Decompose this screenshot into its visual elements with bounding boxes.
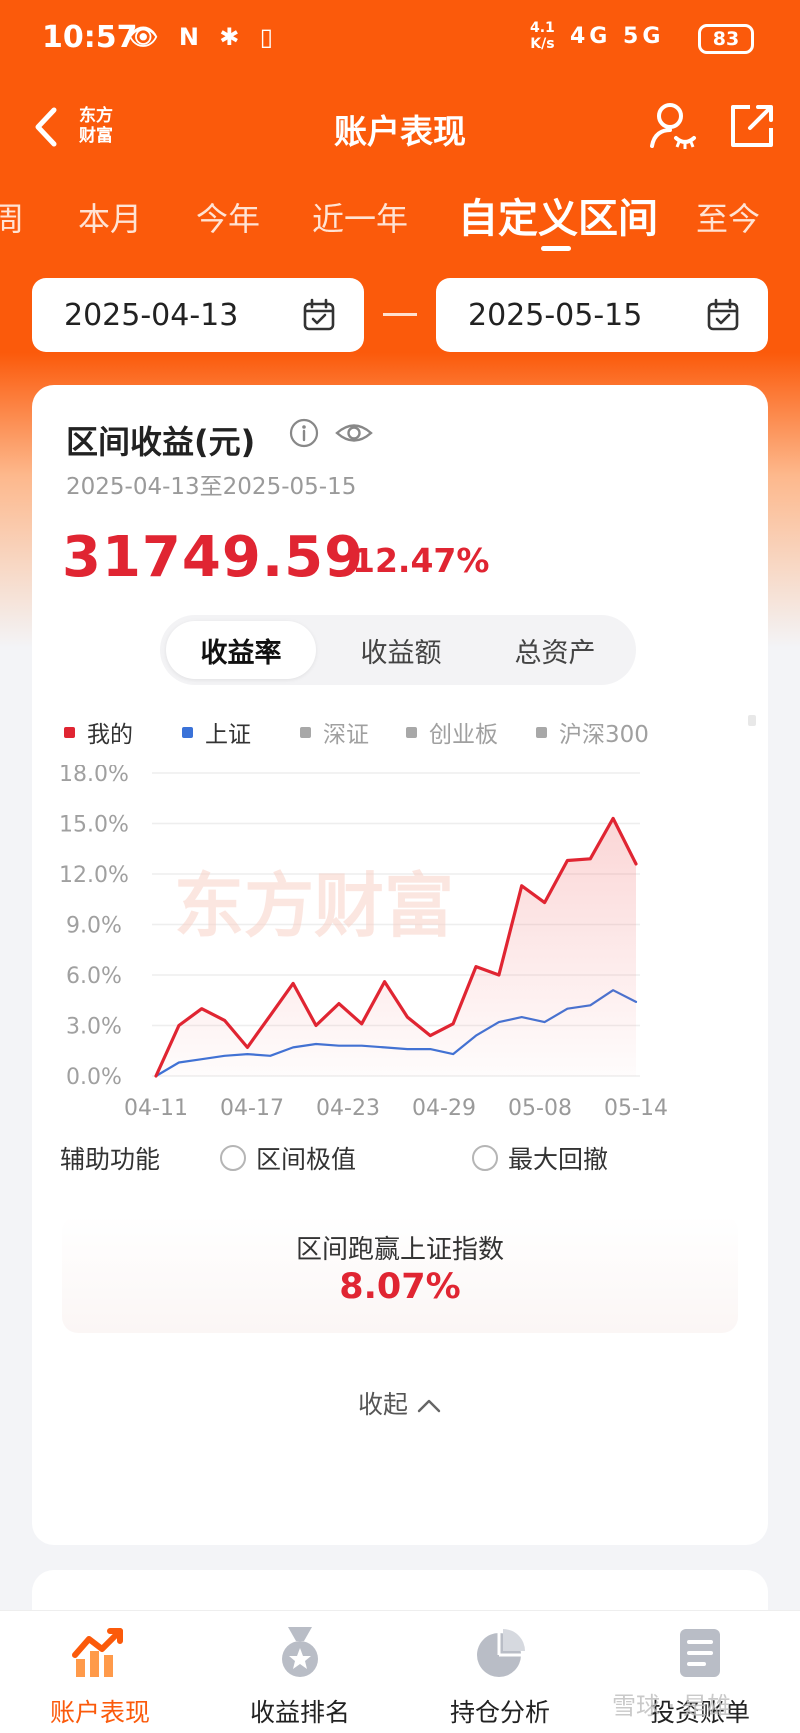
status-bar: 10:57 👁 Ν ✱ ▯ 4.1 K/s 4G 5G 83 xyxy=(0,0,800,82)
legend-item-mine[interactable]: 我的 xyxy=(64,715,133,749)
segment-return-rate[interactable]: 收益率 xyxy=(166,621,316,679)
info-icon[interactable] xyxy=(288,417,320,449)
medal-icon xyxy=(282,1627,318,1677)
status-time: 10:57 xyxy=(42,20,138,55)
interval-profit: 31749.59 xyxy=(62,525,365,590)
radio-icon xyxy=(220,1145,246,1171)
legend-swatch xyxy=(748,715,756,726)
y-tick-label: 12.0% xyxy=(59,863,129,888)
legend-more-indicator xyxy=(748,715,768,726)
range-text: 2025-04-13至2025-05-15 xyxy=(66,474,357,500)
start-date-value: 2025-04-13 xyxy=(64,298,239,333)
calendar-icon xyxy=(303,298,335,331)
x-tick-label: 05-14 xyxy=(604,1096,668,1121)
x-tick-label: 04-23 xyxy=(316,1096,380,1121)
nav-label: 持仓分析 xyxy=(449,1698,550,1727)
collapse-label: 收起 xyxy=(357,1390,408,1419)
end-date-value: 2025-05-15 xyxy=(468,298,643,333)
legend-item-shenzhen[interactable]: 深证 xyxy=(300,715,369,749)
legend-swatch xyxy=(406,726,417,738)
legend-swatch xyxy=(300,726,311,738)
legend-label: 上证 xyxy=(205,722,251,748)
chevron-up-icon xyxy=(417,1399,441,1413)
nav-return-ranking[interactable]: 收益排名 xyxy=(200,1611,400,1733)
option-interval-extremes[interactable]: 区间极值 xyxy=(220,1140,356,1176)
battery-level: 83 xyxy=(712,28,740,50)
legend-swatch xyxy=(536,726,547,738)
interval-return-card: 区间收益(元) 2025-04-13至2025-05-15 31749.59 1… xyxy=(32,385,768,1545)
legend-label: 我的 xyxy=(87,722,133,748)
user-privacy-icon[interactable] xyxy=(648,100,698,152)
x-tick-label: 04-17 xyxy=(220,1096,284,1121)
return-line-chart: 东方财富 0.0% 3.0% 6.0% 9.0% 12.0% 15.0% 18.0% 04-… xyxy=(59,765,668,1121)
beat-index-panel: 区间跑赢上证指数 8.07% xyxy=(62,1215,738,1333)
legend-item-shanghai[interactable]: 上证 xyxy=(182,715,251,749)
bill-icon xyxy=(680,1629,720,1677)
legend-label: 沪深300 xyxy=(559,722,649,748)
metric-segmented-control: 收益率 收益额 总资产 xyxy=(160,615,636,685)
legend-swatch xyxy=(182,726,193,738)
y-tick-label: 6.0% xyxy=(66,964,122,989)
active-tab-indicator xyxy=(541,246,571,251)
legend-label: 创业板 xyxy=(429,722,498,748)
radio-icon xyxy=(472,1145,498,1171)
card-title: 区间收益(元) xyxy=(66,423,256,461)
chart-watermark: 东方财富 xyxy=(174,865,454,947)
source-watermark: 雪球 · 是雄 xyxy=(612,1692,731,1720)
calendar-icon xyxy=(707,298,739,331)
option-label: 区间极值 xyxy=(256,1145,357,1174)
date-separator xyxy=(383,313,417,316)
network-speed: 4.1 K/s xyxy=(530,20,555,52)
collapse-button[interactable]: 收起 xyxy=(32,1385,768,1421)
end-date-picker[interactable]: 2025-05-15 xyxy=(436,278,768,352)
nav-label: 收益排名 xyxy=(249,1698,350,1727)
option-max-drawdown[interactable]: 最大回撤 xyxy=(472,1140,608,1176)
y-tick-label: 18.0% xyxy=(59,765,129,787)
interval-return-rate: 12.47% xyxy=(352,541,490,580)
nav-label: 账户表现 xyxy=(49,1698,150,1727)
y-tick-label: 3.0% xyxy=(66,1015,122,1040)
legend-label: 深证 xyxy=(323,722,369,748)
tab-week[interactable]: 周 xyxy=(0,194,24,240)
status-notification-icons: 👁 Ν ✱ ▯ xyxy=(128,23,279,51)
tab-this-year[interactable]: 今年 xyxy=(196,194,260,240)
pie-chart-icon xyxy=(477,1629,525,1677)
x-tick-label: 05-08 xyxy=(508,1096,572,1121)
legend-item-chinext[interactable]: 创业板 xyxy=(406,715,498,749)
legend-item-csi300[interactable]: 沪深300 xyxy=(536,715,649,749)
x-tick-label: 04-11 xyxy=(124,1096,188,1121)
signal-icons: 4G 5G xyxy=(570,24,665,49)
y-tick-label: 0.0% xyxy=(66,1065,122,1090)
period-tabs: 周 本月 今年 近一年 自定义区间 至今 xyxy=(0,186,800,256)
trend-chart-icon xyxy=(72,1628,123,1677)
chart-legend: 我的 上证 深证 创业板 沪深300 xyxy=(64,715,756,755)
app-screen: 10:57 👁 Ν ✱ ▯ 4.1 K/s 4G 5G 83 东方 财富 账户表… xyxy=(0,0,800,1733)
nav-account-performance[interactable]: 账户表现 xyxy=(0,1611,200,1733)
network-speed-unit: K/s xyxy=(530,36,555,52)
segment-total-assets[interactable]: 总资产 xyxy=(480,621,630,679)
eye-icon[interactable] xyxy=(334,417,374,449)
y-tick-label: 9.0% xyxy=(66,914,122,939)
network-speed-value: 4.1 xyxy=(530,20,555,36)
tab-to-date[interactable]: 至今 xyxy=(696,194,760,240)
series-area-mine xyxy=(156,818,636,1076)
segment-return-amount[interactable]: 收益额 xyxy=(326,621,476,679)
option-label: 最大回撤 xyxy=(508,1145,609,1174)
beat-index-value: 8.07% xyxy=(339,1267,461,1307)
start-date-picker[interactable]: 2025-04-13 xyxy=(32,278,364,352)
aux-label: 辅助功能 xyxy=(60,1145,161,1174)
x-tick-label: 04-29 xyxy=(412,1096,476,1121)
legend-swatch xyxy=(64,726,75,738)
beat-index-label: 区间跑赢上证指数 xyxy=(295,1235,504,1265)
y-tick-label: 15.0% xyxy=(59,813,129,838)
tab-custom-range[interactable]: 自定义区间 xyxy=(458,186,658,244)
share-icon[interactable] xyxy=(728,102,776,150)
tab-last-year[interactable]: 近一年 xyxy=(312,194,408,240)
tab-this-month[interactable]: 本月 xyxy=(78,194,142,240)
battery-icon: 83 xyxy=(698,24,754,54)
nav-holdings-analysis[interactable]: 持仓分析 xyxy=(400,1611,600,1733)
